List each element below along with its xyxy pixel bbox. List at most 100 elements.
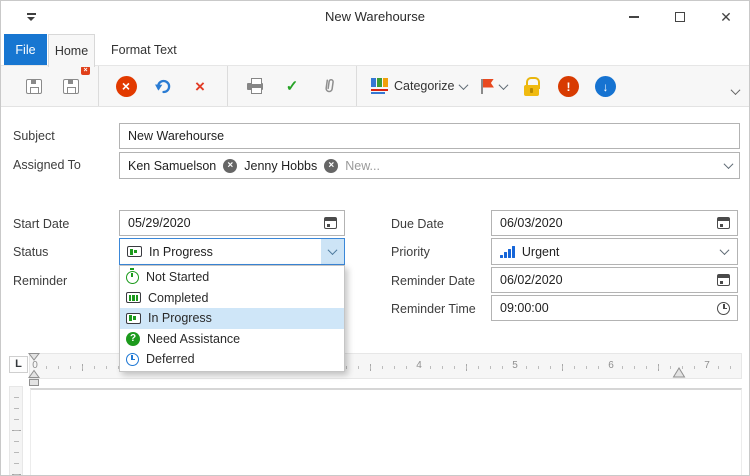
status-option-label: Completed — [148, 291, 208, 305]
status-option-label: Not Started — [146, 270, 209, 284]
minimize-icon — [629, 16, 639, 17]
status-dropdown-button[interactable] — [321, 239, 344, 264]
remove-assignee-icon[interactable] — [324, 159, 338, 173]
in-progress-icon — [127, 246, 142, 257]
flag-icon — [478, 78, 494, 95]
collapse-ribbon-button[interactable] — [732, 82, 739, 100]
reminder-label: Reminder — [13, 274, 67, 288]
assignee-token: Ken Samuelson — [128, 159, 216, 173]
title-bar: New Warehourse ✕ — [1, 1, 749, 33]
status-label: Status — [13, 245, 48, 259]
reminder-date-input[interactable]: 06/02/2020 — [491, 267, 738, 293]
low-importance-button[interactable] — [592, 71, 618, 101]
minimize-button[interactable] — [611, 1, 657, 33]
remove-assignee-icon[interactable] — [223, 159, 237, 173]
maximize-icon — [675, 12, 685, 22]
high-importance-button[interactable] — [555, 71, 581, 101]
need-assistance-icon — [126, 332, 140, 346]
due-date-input[interactable]: 06/03/2020 — [491, 210, 738, 236]
chevron-down-icon[interactable] — [724, 159, 734, 169]
chevron-down-icon — [720, 245, 730, 255]
private-button[interactable] — [518, 71, 544, 101]
status-combobox[interactable]: In Progress — [119, 238, 345, 265]
high-importance-icon — [558, 76, 579, 97]
urgent-priority-icon — [500, 245, 515, 258]
paperclip-icon — [319, 76, 339, 96]
start-date-input[interactable]: 05/29/2020 — [119, 210, 345, 236]
status-option-not-started[interactable]: Not Started — [120, 267, 344, 288]
toolbar-separator — [356, 66, 357, 106]
status-option-label: Deferred — [146, 352, 195, 366]
follow-up-flag-button[interactable] — [478, 71, 507, 101]
delete-icon — [195, 78, 205, 95]
ribbon-toolbar: Categorize — [1, 65, 749, 107]
cancel-icon — [116, 76, 137, 97]
cancel-button[interactable] — [113, 71, 139, 101]
clock-icon[interactable] — [717, 302, 730, 315]
chevron-down-icon — [459, 80, 469, 90]
priority-value: Urgent — [522, 245, 560, 259]
save-button[interactable] — [21, 71, 47, 101]
status-option-need-assistance[interactable]: Need Assistance — [120, 329, 344, 350]
assigned-to-input[interactable]: Ken Samuelson Jenny Hobbs New... — [119, 152, 740, 179]
right-indent-marker[interactable] — [672, 367, 686, 378]
reminder-time-value: 09:00:00 — [500, 301, 549, 315]
reminder-time-input[interactable]: 09:00:00 — [491, 295, 738, 321]
ruler-mark: 5 — [510, 360, 520, 371]
tab-home[interactable]: Home — [48, 34, 95, 67]
lock-icon — [521, 77, 541, 96]
calendar-icon[interactable] — [324, 217, 337, 229]
delete-button[interactable] — [187, 71, 213, 101]
ruler-mark: 7 — [702, 360, 712, 371]
close-button[interactable]: ✕ — [703, 1, 749, 33]
toolbar-separator — [98, 66, 99, 106]
assignee-token: Jenny Hobbs — [244, 159, 317, 173]
low-importance-icon — [595, 76, 616, 97]
start-date-value: 05/29/2020 — [128, 216, 191, 230]
toolbar-separator — [227, 66, 228, 106]
completed-icon — [126, 292, 141, 303]
mark-complete-button[interactable] — [279, 71, 305, 101]
ruler-mark: 6 — [606, 360, 616, 371]
tab-format-text[interactable]: Format Text — [97, 34, 191, 65]
indent-markers[interactable] — [27, 353, 41, 387]
calendar-icon[interactable] — [717, 274, 730, 286]
status-option-deferred[interactable]: Deferred — [120, 349, 344, 370]
delete-badge-icon — [81, 66, 90, 75]
notes-editor-area[interactable] — [30, 388, 742, 476]
calendar-icon[interactable] — [717, 217, 730, 229]
status-option-completed[interactable]: Completed — [120, 288, 344, 309]
print-icon — [247, 78, 263, 94]
close-icon: ✕ — [720, 10, 732, 24]
assigned-to-placeholder: New... — [345, 159, 380, 173]
tab-stop-selector[interactable]: L — [9, 356, 28, 373]
deferred-icon — [126, 353, 139, 366]
hanging-indent-marker[interactable] — [29, 371, 39, 378]
reminder-date-label: Reminder Date — [391, 274, 475, 288]
chevron-down-icon — [499, 80, 509, 90]
attach-file-button[interactable] — [316, 71, 342, 101]
status-option-in-progress[interactable]: In Progress — [120, 308, 344, 329]
reminder-time-label: Reminder Time — [391, 302, 476, 316]
subject-input[interactable] — [119, 123, 740, 149]
save-and-delete-icon — [63, 79, 79, 94]
categorize-label: Categorize — [394, 79, 454, 93]
first-line-indent-marker[interactable] — [29, 354, 39, 361]
checkmark-icon — [286, 79, 299, 94]
tab-file[interactable]: File — [4, 34, 47, 65]
reminder-date-value: 06/02/2020 — [500, 273, 563, 287]
save-and-delete-button[interactable] — [58, 71, 84, 101]
priority-combobox[interactable]: Urgent — [491, 238, 738, 265]
categorize-button[interactable]: Categorize — [371, 71, 467, 101]
status-option-label: Need Assistance — [147, 332, 240, 346]
print-button[interactable] — [242, 71, 268, 101]
maximize-button[interactable] — [657, 1, 703, 33]
status-value: In Progress — [149, 245, 213, 259]
categorize-icon — [371, 78, 388, 94]
priority-label: Priority — [391, 245, 430, 259]
left-indent-marker[interactable] — [30, 380, 39, 386]
not-started-icon — [126, 271, 139, 284]
undo-button[interactable] — [150, 71, 176, 101]
undo-icon — [154, 77, 173, 96]
ruler-mark: 4 — [414, 360, 424, 371]
